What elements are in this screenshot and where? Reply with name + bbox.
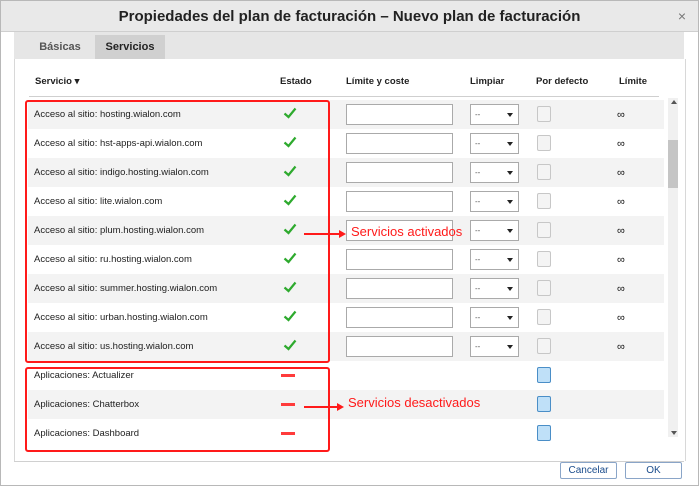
tab-basicas[interactable]: Básicas (26, 35, 94, 59)
column-header-servicio[interactable]: Servicio ▾ (35, 76, 79, 87)
clear-select[interactable]: -- (470, 307, 519, 328)
vertical-scrollbar[interactable] (668, 98, 678, 437)
clear-select[interactable]: -- (470, 104, 519, 125)
chevron-down-icon (507, 316, 513, 320)
clear-select-value: -- (475, 342, 481, 351)
activated-annotation: Servicios activados (351, 224, 463, 239)
clear-select-value: -- (475, 226, 481, 235)
deactivated-arrow-line (304, 406, 338, 408)
header-divider (29, 96, 659, 97)
default-document-icon[interactable] (537, 367, 551, 383)
clear-select[interactable]: -- (470, 278, 519, 299)
clear-select-value: -- (475, 110, 481, 119)
limit-cost-input[interactable] (346, 336, 453, 357)
title-bar: Propiedades del plan de facturación – Nu… (1, 1, 698, 32)
default-document-icon[interactable] (537, 309, 551, 325)
limit-cost-input[interactable] (346, 104, 453, 125)
clear-select[interactable]: -- (470, 220, 519, 241)
limit-cost-input[interactable] (346, 191, 453, 212)
scrollbar-thumb[interactable] (668, 140, 678, 188)
default-document-icon[interactable] (537, 164, 551, 180)
dialog-title: Propiedades del plan de facturación – Nu… (118, 8, 581, 25)
limit-value: ∞ (617, 341, 625, 353)
chevron-down-icon (507, 345, 513, 349)
limit-cost-input[interactable] (346, 249, 453, 270)
limit-value: ∞ (617, 254, 625, 266)
chevron-down-icon (507, 113, 513, 117)
clear-select-value: -- (475, 313, 481, 322)
default-document-icon[interactable] (537, 193, 551, 209)
billing-plan-dialog: Propiedades del plan de facturación – Nu… (0, 0, 699, 486)
limit-value: ∞ (617, 196, 625, 208)
default-document-icon[interactable] (537, 222, 551, 238)
limit-cost-input[interactable] (346, 162, 453, 183)
clear-select[interactable]: -- (470, 249, 519, 270)
activated-highlight-box (25, 100, 330, 363)
deactivated-arrow-icon (337, 403, 344, 411)
chevron-down-icon (507, 229, 513, 233)
column-header-limpiar: Limpiar (470, 76, 505, 87)
activated-arrow-icon (339, 230, 346, 238)
limit-cost-input[interactable] (346, 278, 453, 299)
chevron-down-icon (507, 287, 513, 291)
clear-select-value: -- (475, 284, 481, 293)
activated-arrow-line (304, 233, 340, 235)
deactivated-highlight-box (25, 367, 330, 452)
limit-value: ∞ (617, 225, 625, 237)
close-icon[interactable]: × (678, 8, 686, 24)
tab-bar: Básicas Servicios (14, 32, 684, 59)
clear-select[interactable]: -- (470, 336, 519, 357)
default-document-icon[interactable] (537, 106, 551, 122)
column-header-estado: Estado (280, 76, 312, 87)
clear-select[interactable]: -- (470, 191, 519, 212)
column-header-limite: Límite (619, 76, 647, 87)
default-document-icon[interactable] (537, 396, 551, 412)
default-document-icon[interactable] (537, 135, 551, 151)
default-document-icon[interactable] (537, 251, 551, 267)
limit-cost-input[interactable] (346, 133, 453, 154)
column-header-limite-coste: Límite y coste (346, 76, 410, 87)
default-document-icon[interactable] (537, 338, 551, 354)
scroll-up-icon[interactable] (671, 100, 677, 104)
limit-value: ∞ (617, 138, 625, 150)
clear-select-value: -- (475, 139, 481, 148)
limit-value: ∞ (617, 167, 625, 179)
limit-value: ∞ (617, 283, 625, 295)
cancel-button[interactable]: Cancelar (560, 462, 617, 479)
tab-servicios[interactable]: Servicios (95, 35, 165, 59)
chevron-down-icon (507, 171, 513, 175)
ok-button[interactable]: OK (625, 462, 682, 479)
chevron-down-icon (507, 200, 513, 204)
clear-select[interactable]: -- (470, 162, 519, 183)
limit-cost-input[interactable] (346, 307, 453, 328)
chevron-down-icon (507, 258, 513, 262)
clear-select[interactable]: -- (470, 133, 519, 154)
limit-value: ∞ (617, 312, 625, 324)
clear-select-value: -- (475, 255, 481, 264)
limit-value: ∞ (617, 109, 625, 121)
deactivated-annotation: Servicios desactivados (348, 395, 481, 410)
chevron-down-icon (507, 142, 513, 146)
clear-select-value: -- (475, 197, 481, 206)
clear-select-value: -- (475, 168, 481, 177)
scroll-down-icon[interactable] (671, 431, 677, 435)
default-document-icon[interactable] (537, 280, 551, 296)
default-document-icon[interactable] (537, 425, 551, 441)
column-header-por-defecto: Por defecto (536, 76, 589, 87)
